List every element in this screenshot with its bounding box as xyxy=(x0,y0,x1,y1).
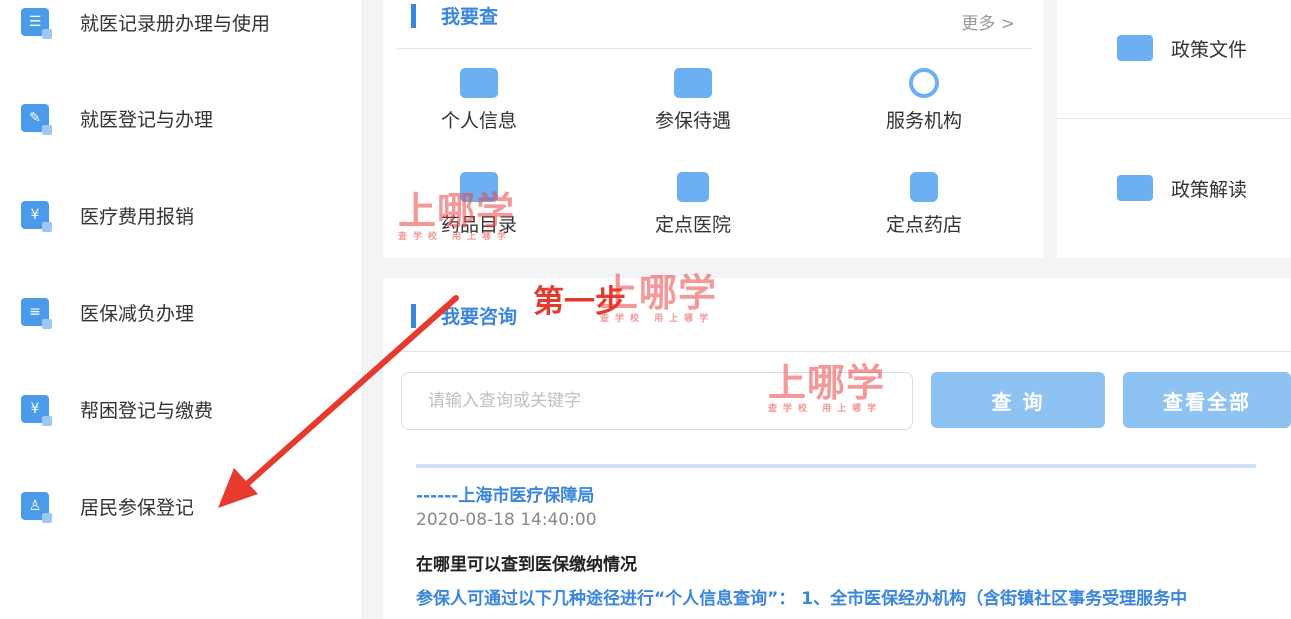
list-card-icon xyxy=(674,68,712,98)
result-title[interactable]: 在哪里可以查到医保缴纳情况 xyxy=(416,550,637,575)
policy-label: 政策解读 xyxy=(1171,178,1248,201)
divider xyxy=(1057,118,1291,119)
id-card-icon xyxy=(460,68,498,98)
query-item-label: 药品目录 xyxy=(440,214,517,236)
sidebar-item-label: 医保减负办理 xyxy=(80,302,195,325)
query-item-label: 服务机构 xyxy=(885,110,962,132)
sidebar-item-label: 医疗费用报销 xyxy=(80,205,195,228)
query-designated-pharmacies[interactable]: 定点药店 xyxy=(849,172,999,252)
sidebar-item-reimbursement[interactable]: ¥ 医疗费用报销 xyxy=(0,185,362,245)
edit-form-icon: ✎ xyxy=(21,104,52,135)
checked-document-icon: ≡ xyxy=(21,298,52,329)
result-date: 2020-08-18 14:40:00 xyxy=(416,510,597,530)
query-service-agencies[interactable]: 服务机构 xyxy=(849,68,999,148)
query-section-title: 我要查 xyxy=(441,6,499,28)
calendar-yuan-icon: ¥ xyxy=(21,201,52,232)
divider xyxy=(397,48,1033,49)
clipped-result-text xyxy=(416,464,1256,468)
view-all-button[interactable]: 查看全部 xyxy=(1123,372,1291,428)
sidebar-item-label: 帮困登记与缴费 xyxy=(80,399,214,422)
query-item-label: 定点药店 xyxy=(885,214,962,236)
policy-interpretation[interactable]: 政策解读 xyxy=(1117,168,1247,208)
query-drug-catalog[interactable]: 药品目录 xyxy=(404,172,554,252)
query-insurance-benefits[interactable]: 参保待遇 xyxy=(618,68,768,148)
query-panel: 我要查 更多 > 个人信息 参保待遇 服务机构 药品目录 定点医院 定点药店 xyxy=(383,0,1043,258)
search-input[interactable] xyxy=(401,372,913,430)
policy-label: 政策文件 xyxy=(1171,38,1248,61)
sidebar-item-registration[interactable]: ✎ 就医登记与办理 xyxy=(0,88,362,148)
pills-icon xyxy=(460,172,498,202)
consult-section-title: 我要咨询 xyxy=(441,306,518,328)
section-marker xyxy=(411,4,416,28)
policy-panel: 政策文件 政策解读 xyxy=(1057,0,1291,258)
sidebar: ☰ 就医记录册办理与使用 ✎ 就医登记与办理 ¥ 医疗费用报销 ≡ 医保减负办理… xyxy=(0,0,363,619)
result-snippet[interactable]: 参保人可通过以下几种途径进行“个人信息查询”： 1、全市医保经办机构（含街镇社区… xyxy=(416,584,1187,609)
medicine-box-icon xyxy=(910,172,938,202)
folder-icon xyxy=(1117,35,1153,61)
result-link[interactable]: ------上海市医疗保障局 xyxy=(416,481,594,506)
divider xyxy=(397,351,1291,352)
query-personal-info[interactable]: 个人信息 xyxy=(404,68,554,148)
headset-icon xyxy=(909,68,939,98)
yuan-document-icon: ¥ xyxy=(21,395,52,426)
sidebar-item-burden-reduction[interactable]: ≡ 医保减负办理 xyxy=(0,282,362,342)
record-book-icon: ☰ xyxy=(21,8,52,39)
sidebar-item-resident-insurance[interactable]: ♙ 居民参保登记 xyxy=(0,476,362,536)
sidebar-item-label: 居民参保登记 xyxy=(80,496,195,519)
query-item-label: 个人信息 xyxy=(440,110,517,132)
query-item-label: 参保待遇 xyxy=(654,110,731,132)
sidebar-item-record-book[interactable]: ☰ 就医记录册办理与使用 xyxy=(0,0,362,52)
sidebar-item-assistance[interactable]: ¥ 帮困登记与缴费 xyxy=(0,379,362,439)
hospital-building-icon xyxy=(677,172,709,202)
more-link[interactable]: 更多 > xyxy=(961,9,1015,34)
consult-panel: 我要咨询 查 询 查看全部 ------上海市医疗保障局 2020-08-18 … xyxy=(383,278,1291,619)
sidebar-item-label: 就医记录册办理与使用 xyxy=(80,12,271,35)
query-button[interactable]: 查 询 xyxy=(931,372,1105,428)
document-icon xyxy=(1117,175,1153,201)
section-marker xyxy=(411,304,416,328)
sidebar-item-label: 就医登记与办理 xyxy=(80,108,214,131)
query-designated-hospitals[interactable]: 定点医院 xyxy=(618,172,768,252)
policy-documents[interactable]: 政策文件 xyxy=(1117,28,1247,68)
query-item-label: 定点医院 xyxy=(654,214,731,236)
person-card-icon: ♙ xyxy=(21,492,52,523)
